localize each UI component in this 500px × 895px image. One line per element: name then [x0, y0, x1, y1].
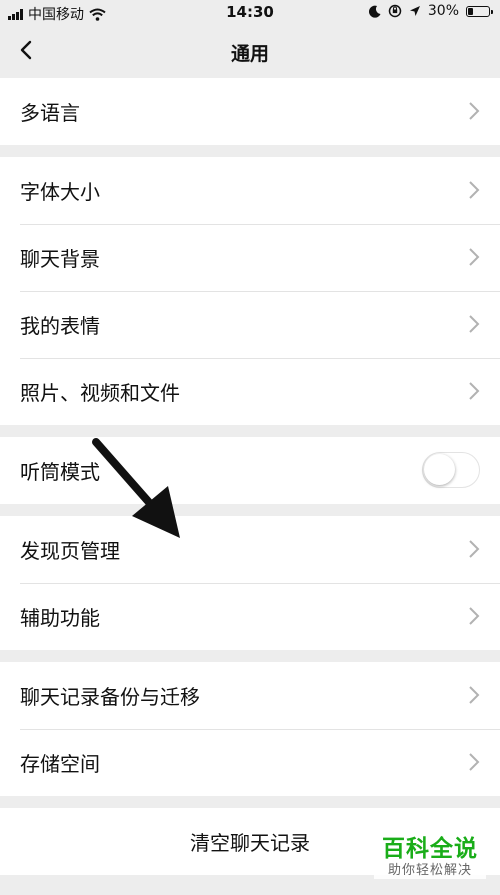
row-label: 存储空间: [20, 752, 100, 776]
moon-icon: [368, 5, 381, 18]
navigation-bar: 通用: [0, 26, 500, 78]
row-label: 字体大小: [20, 180, 100, 204]
battery-level: [468, 7, 473, 15]
row-label: 聊天背景: [20, 247, 100, 271]
watermark-subtitle: 助你轻松解决: [387, 863, 472, 878]
row-label: 我的表情: [20, 314, 100, 338]
location-icon: [409, 6, 420, 16]
row-label: 聊天记录备份与迁移: [20, 685, 200, 709]
clear-chat-history-label: 清空聊天记录: [190, 831, 310, 855]
row-label: 听筒模式: [20, 460, 100, 484]
row-accessibility[interactable]: 辅助功能: [0, 583, 500, 650]
row-language[interactable]: 多语言: [0, 78, 500, 145]
toggle-knob: [424, 454, 455, 485]
row-label: 辅助功能: [20, 606, 100, 630]
row-label: 发现页管理: [20, 539, 120, 563]
row-chat-background[interactable]: 聊天背景: [0, 224, 500, 291]
chevron-right-icon: [469, 753, 480, 771]
battery-icon: [466, 5, 493, 17]
chevron-right-icon: [469, 181, 480, 199]
settings-group-earpiece: 听筒模式: [0, 437, 500, 504]
status-bar: 中国移动 14:30 30%: [0, 0, 500, 26]
watermark-logo: 百科全说 助你轻松解决: [374, 835, 486, 879]
chevron-right-icon: [469, 382, 480, 400]
rotation-lock-icon: [388, 4, 402, 18]
earpiece-mode-toggle[interactable]: [422, 452, 480, 488]
chevron-right-icon: [469, 686, 480, 704]
watermark-title: 百科全说: [382, 836, 478, 862]
settings-group-storage: 聊天记录备份与迁移 存储空间: [0, 662, 500, 796]
row-label: 多语言: [20, 101, 80, 125]
row-photos-videos-files[interactable]: 照片、视频和文件: [0, 358, 500, 425]
chevron-right-icon: [469, 315, 480, 333]
row-chat-backup-migration[interactable]: 聊天记录备份与迁移: [0, 662, 500, 729]
battery-percent: 30%: [427, 3, 459, 19]
row-my-stickers[interactable]: 我的表情: [0, 291, 500, 358]
settings-group-language: 多语言: [0, 78, 500, 145]
row-font-size[interactable]: 字体大小: [0, 157, 500, 224]
settings-group-discover: 发现页管理 辅助功能: [0, 516, 500, 650]
row-label: 照片、视频和文件: [20, 381, 180, 405]
row-earpiece-mode: 听筒模式: [0, 437, 500, 504]
status-bar-right: 30%: [368, 3, 493, 19]
chevron-right-icon: [469, 102, 480, 120]
page-title: 通用: [230, 43, 269, 65]
row-storage[interactable]: 存储空间: [0, 729, 500, 796]
chevron-right-icon: [469, 248, 480, 266]
row-discover-management[interactable]: 发现页管理: [0, 516, 500, 583]
chevron-right-icon: [469, 540, 480, 558]
chevron-right-icon: [469, 607, 480, 625]
settings-group-display: 字体大小 聊天背景 我的表情 照片、视频和文件: [0, 157, 500, 425]
